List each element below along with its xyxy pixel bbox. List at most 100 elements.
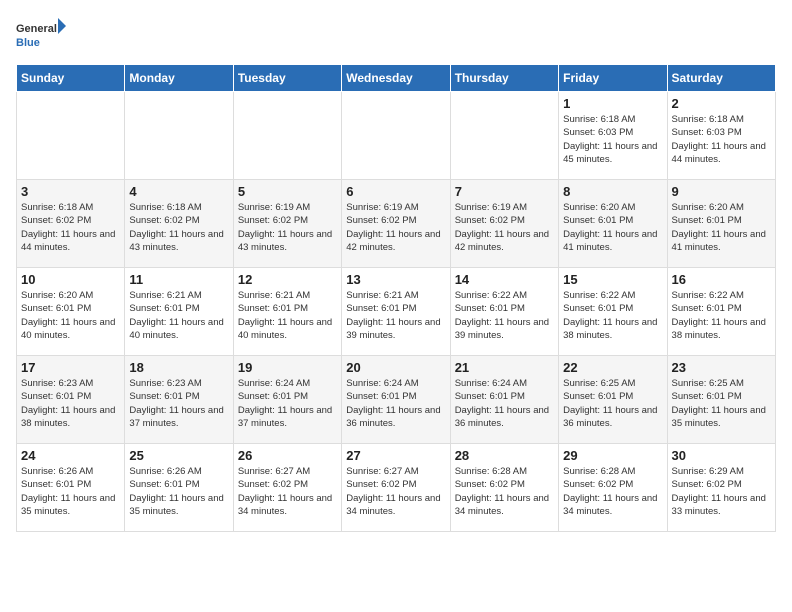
sunset-text: Sunset: 6:01 PM (21, 303, 91, 314)
daylight-text: Daylight: 11 hours and 43 minutes. (129, 229, 223, 253)
sunrise-text: Sunrise: 6:28 AM (563, 466, 635, 477)
calendar-cell: 27 Sunrise: 6:27 AM Sunset: 6:02 PM Dayl… (342, 444, 450, 532)
sunset-text: Sunset: 6:02 PM (563, 479, 633, 490)
sunset-text: Sunset: 6:01 PM (563, 303, 633, 314)
calendar-cell (233, 92, 341, 180)
calendar-week-row: 10 Sunrise: 6:20 AM Sunset: 6:01 PM Dayl… (17, 268, 776, 356)
day-info: Sunrise: 6:26 AM Sunset: 6:01 PM Dayligh… (129, 465, 228, 518)
sunset-text: Sunset: 6:02 PM (672, 479, 742, 490)
day-number: 12 (238, 272, 337, 287)
daylight-text: Daylight: 11 hours and 34 minutes. (346, 493, 440, 517)
day-number: 11 (129, 272, 228, 287)
daylight-text: Daylight: 11 hours and 39 minutes. (455, 317, 549, 341)
calendar-cell: 30 Sunrise: 6:29 AM Sunset: 6:02 PM Dayl… (667, 444, 775, 532)
calendar-cell (450, 92, 558, 180)
day-number: 19 (238, 360, 337, 375)
day-number: 10 (21, 272, 120, 287)
sunset-text: Sunset: 6:02 PM (129, 215, 199, 226)
calendar-cell: 11 Sunrise: 6:21 AM Sunset: 6:01 PM Dayl… (125, 268, 233, 356)
day-info: Sunrise: 6:21 AM Sunset: 6:01 PM Dayligh… (129, 289, 228, 342)
sunrise-text: Sunrise: 6:19 AM (238, 202, 310, 213)
sunrise-text: Sunrise: 6:18 AM (563, 114, 635, 125)
day-info: Sunrise: 6:20 AM Sunset: 6:01 PM Dayligh… (21, 289, 120, 342)
daylight-text: Daylight: 11 hours and 40 minutes. (21, 317, 115, 341)
day-number: 22 (563, 360, 662, 375)
sunrise-text: Sunrise: 6:29 AM (672, 466, 744, 477)
sunrise-text: Sunrise: 6:21 AM (129, 290, 201, 301)
sunset-text: Sunset: 6:01 PM (346, 303, 416, 314)
day-number: 4 (129, 184, 228, 199)
calendar-table: SundayMondayTuesdayWednesdayThursdayFrid… (16, 64, 776, 532)
sunset-text: Sunset: 6:01 PM (129, 391, 199, 402)
day-number: 1 (563, 96, 662, 111)
calendar-week-row: 3 Sunrise: 6:18 AM Sunset: 6:02 PM Dayli… (17, 180, 776, 268)
day-number: 26 (238, 448, 337, 463)
day-number: 7 (455, 184, 554, 199)
sunset-text: Sunset: 6:02 PM (21, 215, 91, 226)
calendar-week-row: 24 Sunrise: 6:26 AM Sunset: 6:01 PM Dayl… (17, 444, 776, 532)
day-number: 16 (672, 272, 771, 287)
day-info: Sunrise: 6:23 AM Sunset: 6:01 PM Dayligh… (129, 377, 228, 430)
sunrise-text: Sunrise: 6:19 AM (346, 202, 418, 213)
sunset-text: Sunset: 6:01 PM (672, 215, 742, 226)
sunset-text: Sunset: 6:03 PM (563, 127, 633, 138)
daylight-text: Daylight: 11 hours and 35 minutes. (21, 493, 115, 517)
sunset-text: Sunset: 6:01 PM (563, 391, 633, 402)
weekday-header-thursday: Thursday (450, 65, 558, 92)
daylight-text: Daylight: 11 hours and 36 minutes. (563, 405, 657, 429)
sunrise-text: Sunrise: 6:21 AM (346, 290, 418, 301)
weekday-header-saturday: Saturday (667, 65, 775, 92)
day-info: Sunrise: 6:18 AM Sunset: 6:02 PM Dayligh… (21, 201, 120, 254)
sunrise-text: Sunrise: 6:27 AM (238, 466, 310, 477)
day-info: Sunrise: 6:27 AM Sunset: 6:02 PM Dayligh… (346, 465, 445, 518)
daylight-text: Daylight: 11 hours and 42 minutes. (346, 229, 440, 253)
day-info: Sunrise: 6:28 AM Sunset: 6:02 PM Dayligh… (455, 465, 554, 518)
weekday-header-monday: Monday (125, 65, 233, 92)
sunrise-text: Sunrise: 6:23 AM (129, 378, 201, 389)
sunrise-text: Sunrise: 6:21 AM (238, 290, 310, 301)
sunset-text: Sunset: 6:01 PM (455, 303, 525, 314)
calendar-cell: 24 Sunrise: 6:26 AM Sunset: 6:01 PM Dayl… (17, 444, 125, 532)
daylight-text: Daylight: 11 hours and 41 minutes. (563, 229, 657, 253)
sunset-text: Sunset: 6:01 PM (563, 215, 633, 226)
day-info: Sunrise: 6:24 AM Sunset: 6:01 PM Dayligh… (346, 377, 445, 430)
sunrise-text: Sunrise: 6:28 AM (455, 466, 527, 477)
day-number: 21 (455, 360, 554, 375)
day-info: Sunrise: 6:22 AM Sunset: 6:01 PM Dayligh… (455, 289, 554, 342)
daylight-text: Daylight: 11 hours and 40 minutes. (238, 317, 332, 341)
sunset-text: Sunset: 6:02 PM (238, 479, 308, 490)
sunset-text: Sunset: 6:01 PM (129, 303, 199, 314)
sunset-text: Sunset: 6:02 PM (346, 215, 416, 226)
sunrise-text: Sunrise: 6:25 AM (672, 378, 744, 389)
sunrise-text: Sunrise: 6:22 AM (455, 290, 527, 301)
day-info: Sunrise: 6:21 AM Sunset: 6:01 PM Dayligh… (346, 289, 445, 342)
sunrise-text: Sunrise: 6:24 AM (455, 378, 527, 389)
daylight-text: Daylight: 11 hours and 40 minutes. (129, 317, 223, 341)
sunset-text: Sunset: 6:03 PM (672, 127, 742, 138)
logo-svg: General Blue (16, 16, 66, 54)
calendar-cell: 17 Sunrise: 6:23 AM Sunset: 6:01 PM Dayl… (17, 356, 125, 444)
day-info: Sunrise: 6:25 AM Sunset: 6:01 PM Dayligh… (563, 377, 662, 430)
day-info: Sunrise: 6:22 AM Sunset: 6:01 PM Dayligh… (563, 289, 662, 342)
calendar-cell: 10 Sunrise: 6:20 AM Sunset: 6:01 PM Dayl… (17, 268, 125, 356)
calendar-cell (125, 92, 233, 180)
calendar-cell (17, 92, 125, 180)
day-info: Sunrise: 6:18 AM Sunset: 6:02 PM Dayligh… (129, 201, 228, 254)
day-info: Sunrise: 6:24 AM Sunset: 6:01 PM Dayligh… (455, 377, 554, 430)
calendar-cell: 14 Sunrise: 6:22 AM Sunset: 6:01 PM Dayl… (450, 268, 558, 356)
sunset-text: Sunset: 6:01 PM (672, 391, 742, 402)
calendar-cell: 1 Sunrise: 6:18 AM Sunset: 6:03 PM Dayli… (559, 92, 667, 180)
day-info: Sunrise: 6:29 AM Sunset: 6:02 PM Dayligh… (672, 465, 771, 518)
sunrise-text: Sunrise: 6:18 AM (672, 114, 744, 125)
sunrise-text: Sunrise: 6:24 AM (238, 378, 310, 389)
daylight-text: Daylight: 11 hours and 35 minutes. (129, 493, 223, 517)
sunset-text: Sunset: 6:01 PM (238, 303, 308, 314)
sunrise-text: Sunrise: 6:20 AM (21, 290, 93, 301)
sunset-text: Sunset: 6:01 PM (346, 391, 416, 402)
sunrise-text: Sunrise: 6:20 AM (563, 202, 635, 213)
daylight-text: Daylight: 11 hours and 36 minutes. (346, 405, 440, 429)
weekday-header-tuesday: Tuesday (233, 65, 341, 92)
sunrise-text: Sunrise: 6:26 AM (129, 466, 201, 477)
day-info: Sunrise: 6:19 AM Sunset: 6:02 PM Dayligh… (346, 201, 445, 254)
day-info: Sunrise: 6:28 AM Sunset: 6:02 PM Dayligh… (563, 465, 662, 518)
